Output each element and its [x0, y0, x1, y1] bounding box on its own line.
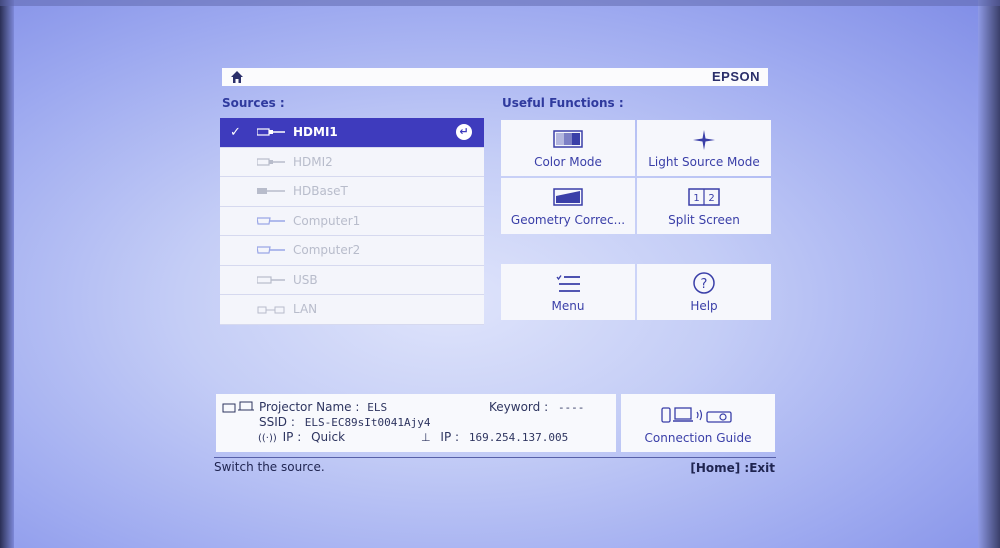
source-label: Computer2 [293, 243, 361, 257]
wired-ip-label: IP : [440, 430, 460, 444]
geometry-correction-icon [553, 188, 583, 206]
functions-heading: Useful Functions : [502, 96, 624, 110]
network-info-panel: Projector Name : ELS Keyword : ---- SSID… [216, 394, 616, 452]
footer-divider [214, 457, 776, 458]
source-item-computer2[interactable]: Computer2 [220, 236, 484, 266]
source-label: LAN [293, 302, 318, 316]
source-item-hdmi1[interactable]: ✓ HDMI1 ↵ [220, 118, 484, 148]
source-item-usb[interactable]: USB [220, 265, 484, 295]
screen-edge-right [978, 0, 1000, 548]
help-button[interactable]: ? Help [637, 264, 771, 320]
source-item-lan[interactable]: LAN [220, 295, 484, 325]
split-screen-label: Split Screen [668, 213, 740, 227]
home-icon[interactable] [230, 70, 244, 84]
svg-text:1: 1 [693, 193, 699, 204]
wireless-ip-label: IP : [282, 430, 302, 444]
light-burst-icon [693, 130, 715, 150]
home-header-bar: EPSON [222, 68, 768, 86]
source-list: ✓ HDMI1 ↵ HDMI2 HDBaseT Computer1 Comput… [220, 118, 484, 325]
sources-heading: Sources : [222, 96, 285, 110]
vga-port-icon [257, 246, 285, 254]
source-item-hdbaset[interactable]: HDBaseT [220, 177, 484, 207]
source-item-computer1[interactable]: Computer1 [220, 206, 484, 236]
split-screen-icon: 1 2 [688, 188, 720, 206]
hdmi-port-icon [257, 128, 285, 136]
source-label: HDBaseT [293, 184, 348, 198]
wired-lan-icon: ⊥ [421, 431, 431, 444]
brand-logo: EPSON [711, 69, 760, 84]
source-item-hdmi2[interactable]: HDMI2 [220, 147, 484, 177]
help-label: Help [690, 299, 718, 313]
color-mode-label: Color Mode [534, 155, 602, 169]
projector-name-value: ELS [367, 401, 388, 414]
lan-icon [257, 306, 285, 314]
connection-guide-icon [661, 407, 732, 423]
network-devices-icon [222, 401, 254, 413]
keyword-label: Keyword : [489, 400, 549, 414]
light-source-mode-label: Light Source Mode [648, 155, 760, 169]
source-label: USB [293, 272, 318, 287]
help-icon: ? [693, 272, 715, 294]
light-source-mode-button[interactable]: Light Source Mode [637, 120, 771, 176]
geometry-correction-label: Geometry Correc... [510, 213, 626, 227]
screen-edge-left [0, 0, 14, 548]
usb-port-icon [257, 275, 285, 284]
ssid-value: ELS-EC89sIt0041Ajy4 [304, 416, 431, 429]
wireless-icon: ((·)) [258, 433, 277, 444]
menu-button[interactable]: Menu [501, 264, 635, 320]
geometry-correction-button[interactable]: Geometry Correc... [501, 178, 635, 234]
split-screen-button[interactable]: 1 2 Split Screen [637, 178, 771, 234]
hdbaset-port-icon [257, 188, 285, 194]
vga-port-icon [257, 216, 285, 225]
checkmark-icon: ✓ [230, 125, 241, 140]
source-label: HDMI2 [293, 154, 333, 169]
projector-name-label: Projector Name : [259, 400, 360, 414]
connection-guide-label: Connection Guide [644, 431, 752, 445]
keyword-value: ---- [557, 401, 585, 414]
color-mode-icon [553, 130, 583, 148]
connection-guide-button[interactable]: Connection Guide [621, 394, 775, 452]
menu-list-icon [556, 275, 580, 292]
source-label: Computer1 [293, 213, 361, 228]
wireless-ip-mode: Quick [311, 430, 346, 444]
ssid-label: SSID : [259, 415, 295, 429]
source-label: HDMI1 [293, 125, 338, 139]
menu-label: Menu [551, 299, 585, 313]
screen-edge-top [0, 0, 1000, 6]
exit-hint: [Home] :Exit [690, 461, 775, 475]
svg-text:?: ? [701, 277, 708, 292]
enter-icon: ↵ [456, 124, 472, 140]
wired-ip-value: 169.254.137.005 [468, 431, 569, 444]
color-mode-button[interactable]: Color Mode [501, 120, 635, 176]
hdmi-port-icon [257, 157, 285, 166]
status-help-text: Switch the source. [214, 460, 325, 474]
svg-text:2: 2 [708, 193, 714, 204]
